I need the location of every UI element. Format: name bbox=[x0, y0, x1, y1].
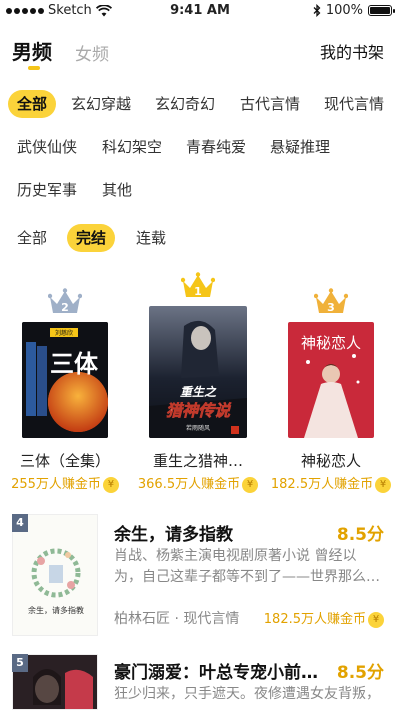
rank-badge: 5 bbox=[12, 654, 28, 672]
coin-icon: ¥ bbox=[368, 611, 384, 628]
crown-silver-icon: 2 bbox=[48, 288, 82, 314]
top-header: 男频 女频 我的书架 bbox=[0, 30, 400, 80]
shenmi-cover-art: 神秘恋人 bbox=[288, 322, 374, 438]
podium-earn-label: 255万人赚金币 ¥ bbox=[0, 473, 130, 493]
category-chip[interactable]: 青春纯爱 bbox=[177, 133, 255, 161]
list-book-desc: 狂少归来，只手遮天。夜修遭遇女友背叛， bbox=[114, 686, 380, 702]
tab-indicator bbox=[28, 66, 40, 70]
podium-item-rank-1[interactable]: 1 重生之 猎神传说 若雨随风 重生之猎神… 366.5万人赚金币 ¥ bbox=[133, 270, 263, 500]
liesheng-cover-art: 重生之 猎神传说 若雨随风 bbox=[149, 306, 247, 438]
podium-book-title[interactable]: 三体（全集） bbox=[0, 450, 130, 471]
tab-female[interactable]: 女频 bbox=[75, 40, 109, 65]
book-cover-santi[interactable]: 刘慈欣 三体 bbox=[22, 322, 108, 438]
santi-cover-art: 刘慈欣 三体 bbox=[22, 322, 108, 438]
svg-text:3: 3 bbox=[327, 301, 335, 314]
category-chip[interactable]: 武侠仙侠 bbox=[8, 133, 86, 161]
status-bar: Sketch 9:41 AM 100% bbox=[0, 0, 400, 22]
svg-text:若雨随风: 若雨随风 bbox=[186, 424, 210, 432]
category-chip[interactable]: 现代言情 bbox=[315, 90, 393, 118]
svg-text:1: 1 bbox=[194, 285, 202, 298]
battery-icon bbox=[368, 5, 395, 16]
list-item[interactable]: 5 豪门溺爱：叶总专宠小前… 8.5分 狂少归来，只手遮天。夜修遭遇女友背叛， bbox=[0, 652, 400, 710]
category-chip[interactable]: 玄幻穿越 bbox=[62, 90, 140, 118]
tab-male[interactable]: 男频 bbox=[12, 36, 52, 65]
list-book-title[interactable]: 豪门溺爱：叶总专宠小前… bbox=[114, 658, 318, 683]
list-book-score: 8.5分 bbox=[336, 525, 384, 545]
svg-text:余生，请多指教: 余生，请多指教 bbox=[28, 605, 84, 615]
rank-badge: 4 bbox=[12, 514, 28, 532]
coin-icon: ¥ bbox=[242, 476, 259, 493]
category-row-3: 历史军事 其他 bbox=[0, 176, 400, 206]
list-earn-label: 182.5万人赚金币 ¥ bbox=[264, 608, 384, 628]
my-bookshelf-link[interactable]: 我的书架 bbox=[320, 39, 384, 63]
category-chip[interactable]: 科幻架空 bbox=[93, 133, 171, 161]
svg-text:神秘恋人: 神秘恋人 bbox=[301, 334, 361, 352]
podium-earn-label: 366.5万人赚金币 ¥ bbox=[133, 473, 263, 493]
category-chip-all[interactable]: 全部 bbox=[8, 90, 57, 118]
list-book-category: 现代言情 bbox=[183, 611, 240, 627]
list-book-desc: 肖战、杨紫主演电视剧原著小说 曾经以为，自己这辈子都等不到了——世界那么… bbox=[114, 548, 380, 585]
list-book-title[interactable]: 余生，请多指教 bbox=[114, 520, 233, 545]
bluetooth-icon bbox=[313, 4, 321, 17]
crown-gold-icon: 1 bbox=[181, 272, 215, 298]
svg-text:2: 2 bbox=[61, 301, 69, 314]
status-chip-serializing[interactable]: 连载 bbox=[127, 224, 175, 252]
podium-book-title[interactable]: 重生之猎神… bbox=[133, 450, 263, 471]
yusheng-cover-art: 余生，请多指教 bbox=[13, 515, 97, 635]
book-cover-shenmi[interactable]: 神秘恋人 bbox=[288, 322, 374, 438]
svg-text:刘慈欣: 刘慈欣 bbox=[55, 329, 73, 337]
crown-bronze-icon: 3 bbox=[314, 288, 348, 314]
book-cover-yusheng[interactable]: 余生，请多指教 bbox=[12, 514, 98, 636]
category-chip[interactable]: 古代言情 bbox=[231, 90, 309, 118]
status-chip-completed[interactable]: 完结 bbox=[67, 224, 116, 252]
category-chip[interactable]: 玄幻奇幻 bbox=[146, 90, 224, 118]
list-item[interactable]: 4 余生，请多指教 余生，请多指教 8.5分 肖战、杨紫主演电视剧原著小说 曾经… bbox=[0, 512, 400, 640]
book-cover-liesheng[interactable]: 重生之 猎神传说 若雨随风 bbox=[149, 306, 247, 438]
svg-text:猎神传说: 猎神传说 bbox=[166, 401, 232, 420]
status-right: 100% bbox=[313, 3, 395, 18]
category-chip[interactable]: 历史军事 bbox=[8, 176, 86, 204]
list-book-author: 柏林石匠 bbox=[114, 611, 170, 627]
category-chip[interactable]: 悬疑推理 bbox=[261, 133, 339, 161]
battery-percent: 100% bbox=[325, 3, 363, 18]
svg-text:重生之: 重生之 bbox=[180, 385, 217, 399]
status-chip-all[interactable]: 全部 bbox=[8, 224, 56, 252]
list-book-meta: 柏林石匠 · 现代言情 bbox=[114, 608, 239, 628]
podium-book-title[interactable]: 神秘恋人 bbox=[266, 450, 396, 471]
category-row-2: 武侠仙侠 科幻架空 青春纯爱 悬疑推理 bbox=[0, 133, 400, 163]
podium-item-rank-2[interactable]: 2 刘慈欣 三体 三体（全集） 255万人赚金币 ¥ bbox=[0, 270, 130, 500]
svg-text:三体: 三体 bbox=[50, 350, 99, 378]
podium-item-rank-3[interactable]: 3 神秘恋人 神秘恋人 182.5万人赚金币 ¥ bbox=[266, 270, 396, 500]
coin-icon: ¥ bbox=[102, 476, 119, 493]
category-chip[interactable]: 其他 bbox=[93, 176, 141, 204]
category-row-1: 全部 玄幻穿越 玄幻奇幻 古代言情 现代言情 bbox=[0, 90, 400, 120]
status-filter-row: 全部 完结 连载 bbox=[0, 224, 400, 254]
podium-earn-label: 182.5万人赚金币 ¥ bbox=[266, 473, 396, 493]
coin-icon: ¥ bbox=[375, 476, 392, 493]
list-book-score: 8.5分 bbox=[336, 663, 384, 683]
